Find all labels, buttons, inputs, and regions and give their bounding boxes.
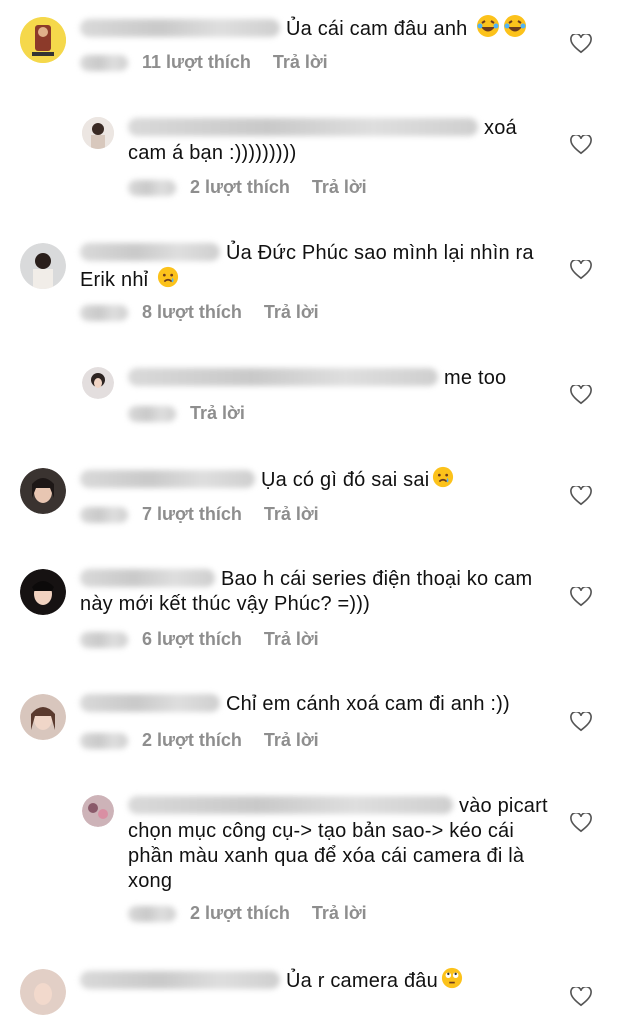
- reply-button[interactable]: Trả lời: [312, 903, 367, 923]
- reply-button[interactable]: Trả lời: [264, 629, 319, 649]
- reply-button[interactable]: Trả lời: [312, 177, 367, 197]
- heart-outline-icon[interactable]: [570, 486, 592, 506]
- avatar[interactable]: [20, 569, 66, 615]
- reply-button[interactable]: Trả lời: [264, 302, 319, 322]
- like-count[interactable]: 8 lượt thích: [142, 302, 242, 322]
- avatar[interactable]: [20, 694, 66, 740]
- reply-button[interactable]: Trả lời: [264, 730, 319, 750]
- crying-emoji-icon: [157, 266, 179, 295]
- avatar[interactable]: [20, 969, 66, 1015]
- heart-outline-icon[interactable]: [570, 587, 592, 607]
- like-count[interactable]: 7 lượt thích: [142, 504, 242, 524]
- avatar[interactable]: [82, 795, 114, 827]
- like-count[interactable]: 11 lượt thích: [142, 52, 251, 72]
- heart-outline-icon[interactable]: [570, 385, 592, 405]
- laughing-tears-emoji-icon: [476, 14, 500, 45]
- eye-roll-emoji-icon: [441, 967, 463, 996]
- like-count[interactable]: 2 lượt thích: [190, 903, 290, 923]
- laughing-tears-emoji-icon: [503, 14, 527, 45]
- heart-outline-icon[interactable]: [570, 135, 592, 155]
- avatar[interactable]: [20, 468, 66, 514]
- like-count[interactable]: 6 lượt thích: [142, 629, 242, 649]
- comment-text: Ủa cái cam đâu anh: [286, 17, 468, 40]
- reply-button[interactable]: Trả lời: [264, 504, 319, 524]
- crying-emoji-icon: [432, 466, 454, 495]
- avatar[interactable]: [82, 367, 114, 399]
- comment-text: Ủa r camera đâu: [286, 969, 438, 992]
- avatar[interactable]: [20, 17, 66, 63]
- avatar[interactable]: [20, 243, 66, 289]
- heart-outline-icon[interactable]: [570, 712, 592, 732]
- reply-button[interactable]: Trả lời: [190, 403, 245, 423]
- reply-button[interactable]: Trả lời: [273, 52, 328, 72]
- heart-outline-icon[interactable]: [570, 987, 592, 1007]
- like-count[interactable]: 2 lượt thích: [142, 730, 242, 750]
- avatar[interactable]: [82, 117, 114, 149]
- heart-outline-icon[interactable]: [570, 34, 592, 54]
- heart-outline-icon[interactable]: [570, 813, 592, 833]
- comment-text: Ụa có gì đó sai sai: [261, 468, 430, 491]
- heart-outline-icon[interactable]: [570, 260, 592, 280]
- comment-text: Chỉ em cánh xoá cam đi anh :)): [226, 693, 510, 715]
- like-count[interactable]: 2 lượt thích: [190, 177, 290, 197]
- comment-text: me too: [444, 367, 507, 389]
